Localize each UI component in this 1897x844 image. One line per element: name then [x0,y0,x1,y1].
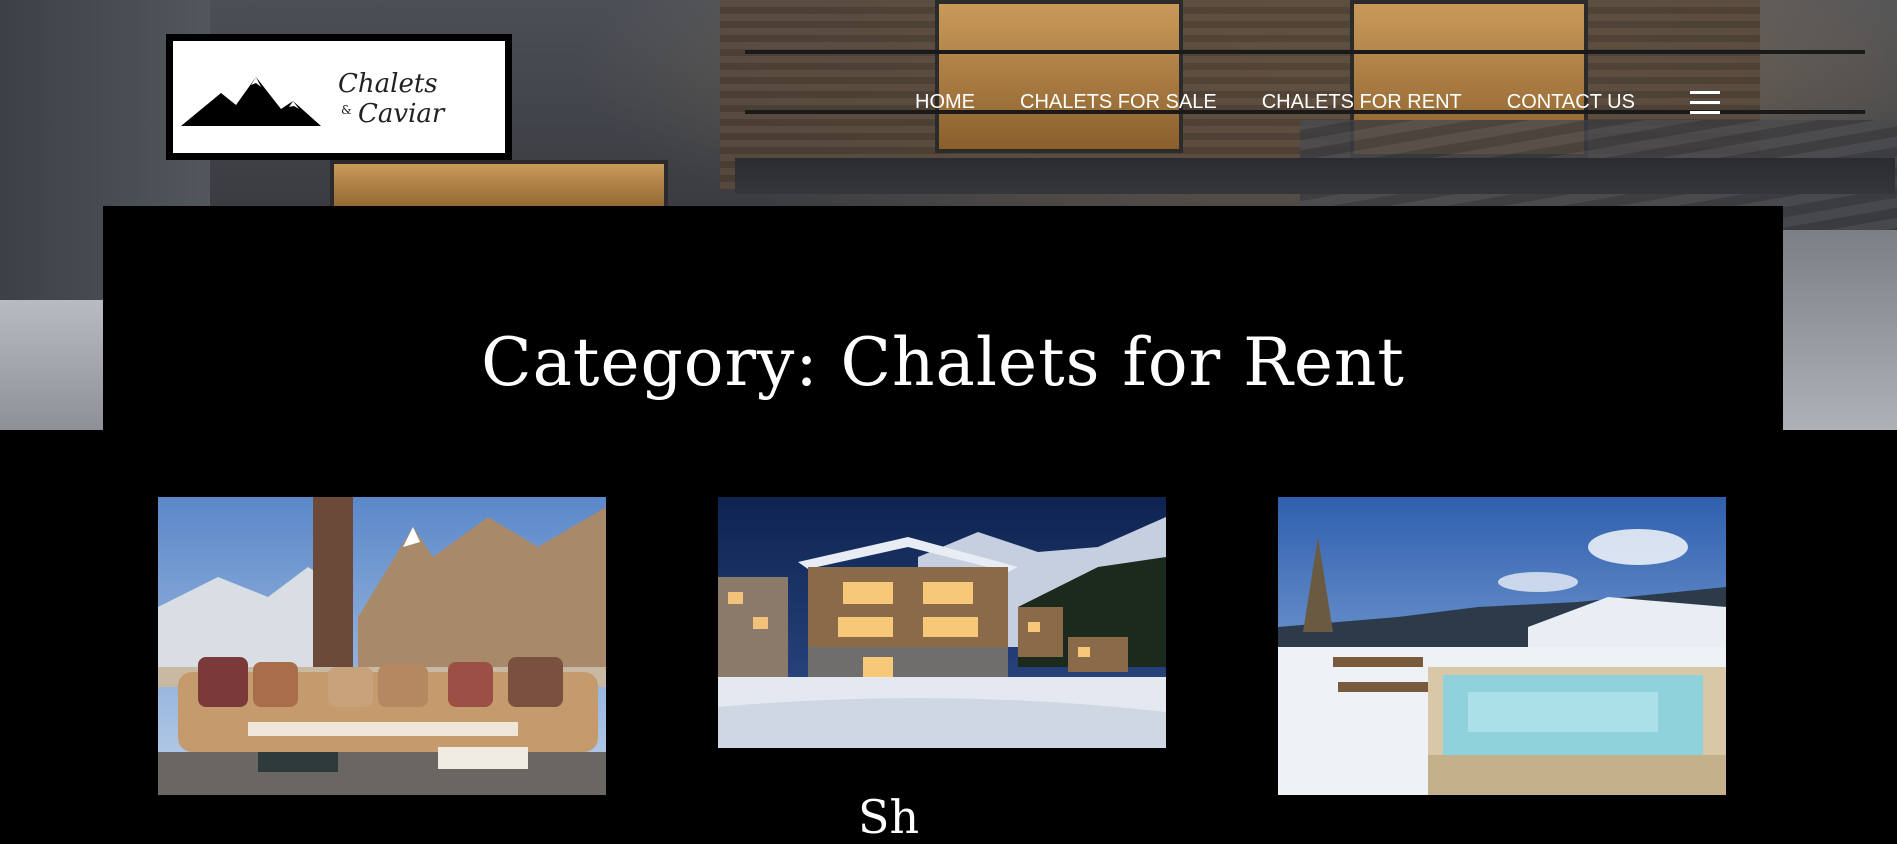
post-card[interactable] [1278,497,1726,795]
chalet-night-image [718,497,1166,748]
logo-ampersand: & [341,103,352,117]
nav-chalets-for-sale[interactable]: CHALETS FOR SALE [1020,91,1217,114]
post-card[interactable] [718,497,1166,748]
nav-home[interactable]: HOME [915,91,975,114]
hamburger-icon[interactable] [1690,91,1720,115]
post-title-partial[interactable]: Sh [858,790,919,844]
hero-window [935,0,1183,153]
hero-snow-left [0,300,110,430]
hot-tub-image [1278,497,1726,795]
site-logo[interactable]: Chalets & Caviar [166,34,512,160]
nav-contact-us[interactable]: CONTACT US [1507,91,1635,114]
hero-balcony-rail [745,50,1865,54]
mountain-icon [181,77,321,126]
logo-panel: Chalets & Caviar [173,41,505,153]
logo-text-caviar: Caviar [358,99,445,129]
post-card[interactable] [158,497,606,795]
category-header: Category: Chalets for Rent [103,206,1783,438]
living-room-image [158,497,606,795]
hero-snow-right [1780,230,1897,430]
logo-text-chalets: Chalets [338,69,438,99]
post-thumbnail-chalet-night[interactable] [718,497,1166,748]
hero-balcony-deck [735,158,1895,194]
page-title: Category: Chalets for Rent [481,324,1405,401]
nav-chalets-for-rent[interactable]: CHALETS FOR RENT [1262,91,1462,114]
post-thumbnail-hot-tub[interactable] [1278,497,1726,795]
main-nav: HOME CHALETS FOR SALE CHALETS FOR RENT C… [915,91,1680,114]
post-thumbnail-living-room[interactable] [158,497,606,795]
